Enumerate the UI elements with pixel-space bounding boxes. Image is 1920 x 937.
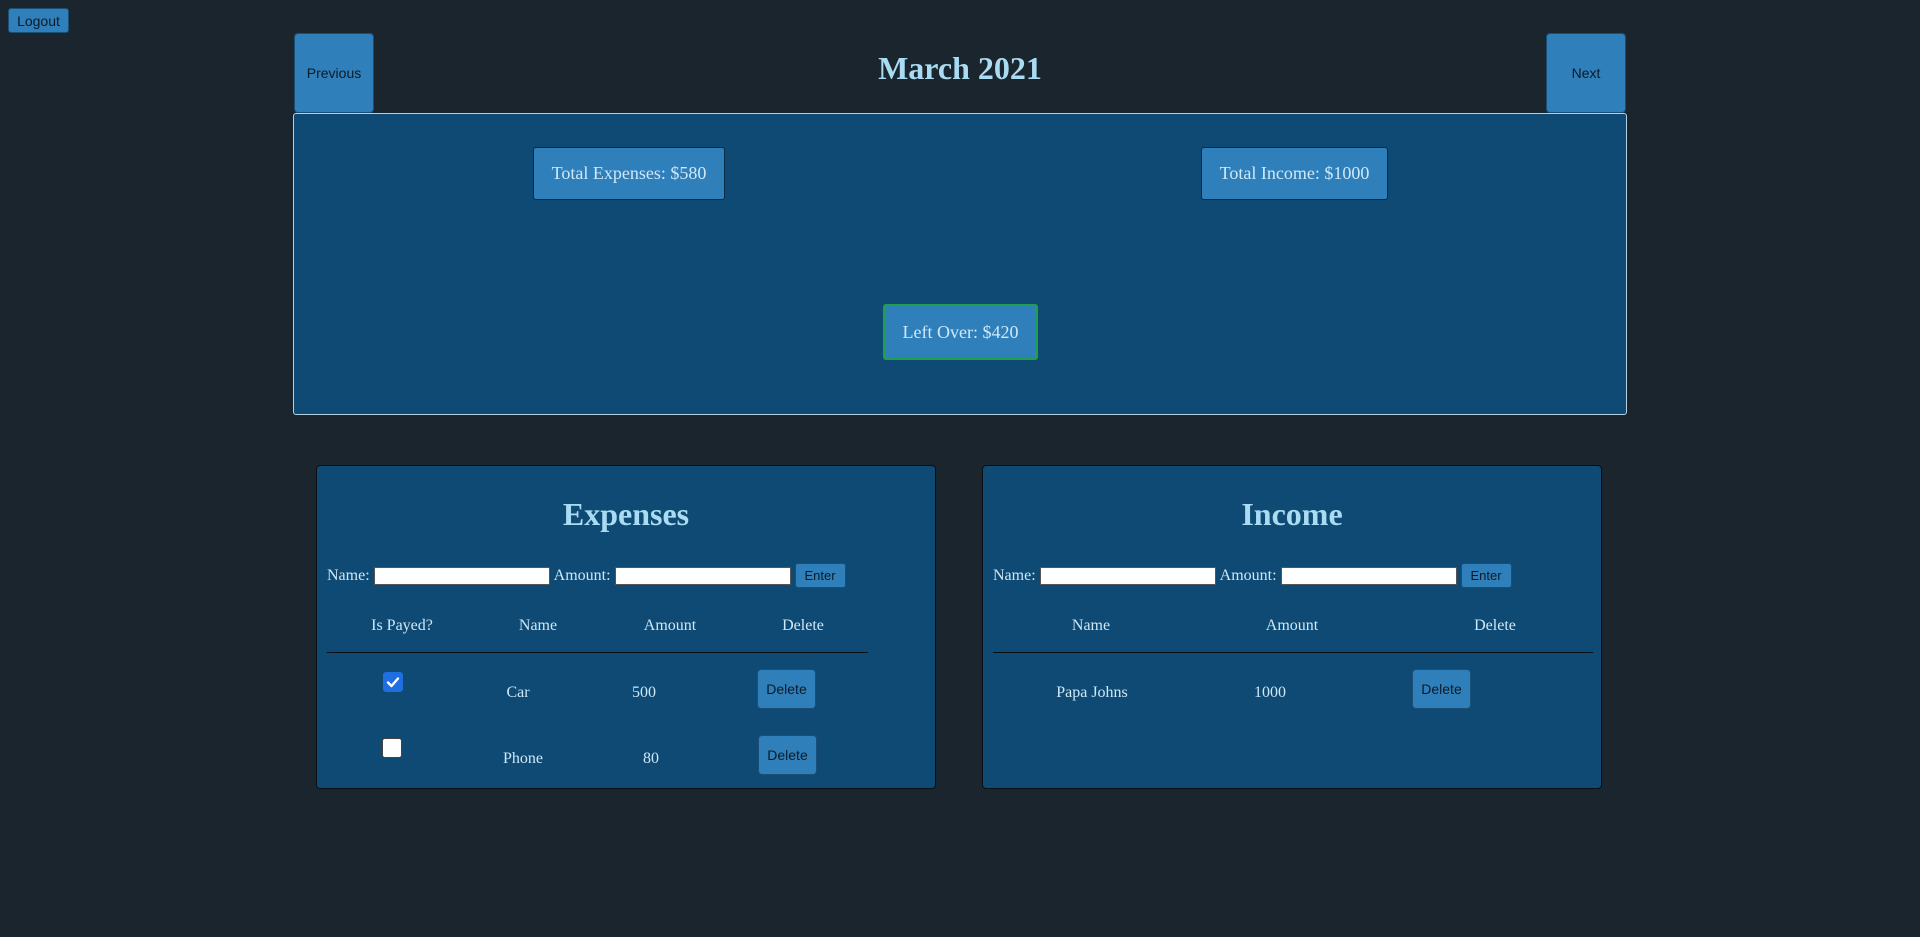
expense-name-label: Name: — [327, 566, 370, 584]
left-over-stat: Left Over: $420 — [883, 304, 1038, 360]
expense-name-cell: Phone — [503, 750, 543, 767]
expense-amount-label: Amount: — [553, 566, 611, 584]
income-enter-button[interactable]: Enter — [1460, 563, 1512, 588]
income-name-input[interactable] — [1039, 566, 1216, 585]
column-header-delete: Delete — [1474, 617, 1516, 634]
income-entry-form: Name: Amount: Enter — [993, 563, 1512, 588]
column-header-amount: Amount — [643, 617, 697, 634]
income-amount-cell: 1000 — [1254, 684, 1286, 701]
expense-name-input[interactable] — [373, 566, 550, 585]
expense-amount-input[interactable] — [614, 566, 791, 585]
column-header-is-payed: Is Payed? — [371, 617, 433, 634]
column-header-name: Name — [518, 617, 558, 634]
expense-enter-button[interactable]: Enter — [794, 563, 846, 588]
checkmark-icon — [386, 677, 400, 688]
income-name-cell: Papa Johns — [1056, 684, 1128, 701]
income-title: Income — [1241, 496, 1343, 532]
delete-expense-button[interactable]: Delete — [758, 735, 817, 775]
income-amount-label: Amount: — [1219, 566, 1277, 584]
expense-name-cell: Car — [506, 684, 530, 701]
income-panel: Income Name: Amount: Enter Name Amount D… — [982, 465, 1602, 789]
delete-expense-button[interactable]: Delete — [757, 669, 816, 709]
is-payed-checkbox[interactable] — [383, 672, 403, 692]
column-header-amount: Amount — [1265, 617, 1319, 634]
next-month-button[interactable]: Next — [1546, 33, 1626, 113]
table-divider — [327, 652, 868, 653]
page-title: March 2021 — [878, 50, 1042, 86]
logout-button[interactable]: Logout — [8, 8, 69, 33]
summary-panel: Total Expenses: $580 Total Income: $1000… — [293, 113, 1627, 415]
income-amount-input[interactable] — [1280, 566, 1457, 585]
expense-amount-cell: 500 — [632, 684, 656, 701]
expense-entry-form: Name: Amount: Enter — [327, 563, 846, 588]
column-header-name: Name — [1071, 617, 1111, 634]
is-payed-checkbox[interactable] — [382, 738, 402, 758]
expenses-panel: Expenses Name: Amount: Enter Is Payed? N… — [316, 465, 936, 789]
column-header-delete: Delete — [782, 617, 824, 634]
table-divider — [993, 652, 1593, 653]
income-name-label: Name: — [993, 566, 1036, 584]
expense-amount-cell: 80 — [643, 750, 659, 767]
expenses-title: Expenses — [562, 496, 690, 532]
delete-income-button[interactable]: Delete — [1412, 669, 1471, 709]
total-income-stat: Total Income: $1000 — [1201, 147, 1388, 200]
total-expenses-stat: Total Expenses: $580 — [533, 147, 725, 200]
